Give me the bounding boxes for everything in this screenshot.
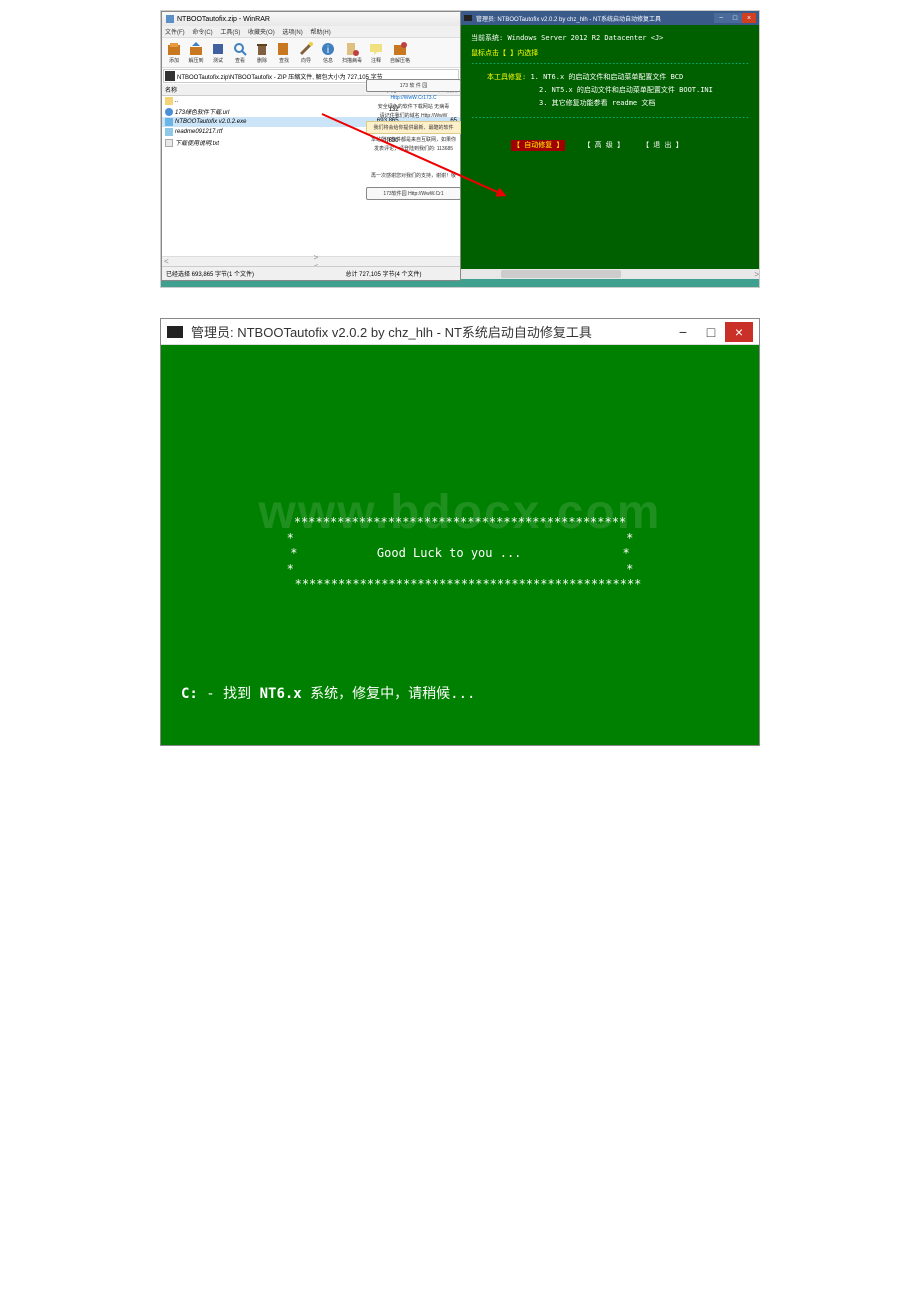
console2-title: 管理员: NTBOOTautofix v2.0.2 by chz_hlh - N… xyxy=(191,322,669,341)
rtf-icon xyxy=(165,128,173,136)
panel-text: 请记住我们的域名 Http://WwW xyxy=(366,112,461,119)
winrar-icon xyxy=(166,15,174,23)
scrollbar[interactable]: > xyxy=(461,269,759,279)
menu-tools[interactable]: 工具(S) xyxy=(220,30,240,36)
extract-button[interactable]: 解压到 xyxy=(186,40,206,65)
cmd-icon xyxy=(464,15,472,21)
close-button[interactable]: × xyxy=(725,322,753,342)
button-row: 【 自动修复 】 【 高 级 】 【 退 出 】 xyxy=(511,140,749,151)
maximize-button[interactable]: □ xyxy=(697,322,725,342)
view-button[interactable]: 查看 xyxy=(230,40,250,65)
winrar-menubar[interactable]: 文件(F) 命令(C) 工具(S) 收藏夹(O) 选项(N) 帮助(H) xyxy=(162,26,460,38)
screenshot-1: NTBOOTautofix.zip - WinRAR 文件(F) 命令(C) 工… xyxy=(160,10,760,288)
col-name[interactable]: 名称 xyxy=(165,85,340,94)
folder-icon xyxy=(165,97,173,105)
divider: ----------------------------------------… xyxy=(471,113,749,123)
prompt-text: 鼠标点击【 】内选择 xyxy=(471,48,749,59)
minimize-button[interactable]: − xyxy=(714,13,728,23)
divider: ----------------------------------------… xyxy=(471,59,749,69)
panel-text: 安全绿色的软件下载网站 无病毒 xyxy=(366,103,461,110)
scan-button[interactable]: 扫描病毒 xyxy=(340,40,364,65)
console1-titlebar: 管理员: NTBOOTautofix v2.0.2 by chz_hlh - N… xyxy=(461,11,759,25)
panel-footer: 173软件园 Http://WwW.Cr1 xyxy=(366,187,461,200)
test-button[interactable]: 测试 xyxy=(208,40,228,65)
repair-section: 本工具修复: 1. NT6.x 的启动文件和启动菜单配置文件 BCD 2. NT… xyxy=(487,72,749,110)
console-window-2: 管理员: NTBOOTautofix v2.0.2 by chz_hlh - N… xyxy=(160,318,760,746)
svg-text:i: i xyxy=(327,45,329,56)
minimize-button[interactable]: − xyxy=(669,322,697,342)
delete-button[interactable]: 删除 xyxy=(252,40,272,65)
advanced-button[interactable]: 【 高 级 】 xyxy=(583,140,624,151)
winrar-toolbar: 添加 解压到 测试 查看 删除 查找 向导 i信息 扫描病毒 注释 自解压格 xyxy=(162,38,460,68)
panel-thanks: 再一次感谢您对我们的支持，谢谢！敬 xyxy=(366,172,461,179)
status-right: 总计 727,105 字节(4 个文件) xyxy=(311,269,456,278)
watermark: www.bdocx.com xyxy=(259,485,662,540)
winrar-titlebar: NTBOOTautofix.zip - WinRAR xyxy=(162,12,460,26)
winrar-title-text: NTBOOTautofix.zip - WinRAR xyxy=(177,16,270,23)
maximize-button[interactable]: □ xyxy=(728,13,742,23)
auto-repair-button[interactable]: 【 自动修复 】 xyxy=(511,140,565,151)
panel-header: 173 软 件 园 xyxy=(366,79,461,92)
menu-fav[interactable]: 收藏夹(O) xyxy=(248,30,275,36)
panel-text: 发表评论，请登陆到我们的: 113685 xyxy=(366,145,461,152)
address-text: NTBOOTautofix.zip\NTBOOTautofix - ZIP 压缩… xyxy=(177,72,383,81)
screenshot-2: 管理员: NTBOOTautofix v2.0.2 by chz_hlh - N… xyxy=(160,318,760,746)
exe-icon xyxy=(165,118,173,126)
scrollbar[interactable]: > < xyxy=(162,256,460,266)
console2-body: www.bdocx.com **************************… xyxy=(161,345,759,745)
sfx-button[interactable]: 自解压格 xyxy=(388,40,412,65)
status-left: 已经选择 693,865 字节(1 个文件) xyxy=(166,269,311,278)
up-icon[interactable] xyxy=(165,71,175,81)
find-button[interactable]: 查找 xyxy=(274,40,294,65)
txt-icon xyxy=(165,139,173,147)
statusbar: 已经选择 693,865 字节(1 个文件) 总计 727,105 字节(4 个… xyxy=(162,266,460,280)
system-info: 当前系统: Windows Server 2012 R2 Datacenter … xyxy=(471,33,749,44)
wizard-button[interactable]: 向导 xyxy=(296,40,316,65)
console1-body: 当前系统: Windows Server 2012 R2 Datacenter … xyxy=(461,25,759,159)
exit-button[interactable]: 【 退 出 】 xyxy=(642,140,683,151)
menu-command[interactable]: 命令(C) xyxy=(192,30,212,36)
menu-file[interactable]: 文件(F) xyxy=(165,30,185,36)
url-icon xyxy=(165,108,173,116)
cmd-icon xyxy=(167,326,183,338)
menu-help[interactable]: 帮助(H) xyxy=(310,30,330,36)
comment-button[interactable]: 注释 xyxy=(366,40,386,65)
console1-title: 管理员: NTBOOTautofix v2.0.2 by chz_hlh - N… xyxy=(476,14,714,23)
console-window-1: 管理员: NTBOOTautofix v2.0.2 by chz_hlh - N… xyxy=(461,11,759,279)
add-button[interactable]: 添加 xyxy=(164,40,184,65)
close-button[interactable]: × xyxy=(742,13,756,23)
panel-highlight: 我们将会给你提供最新、最酷的软件 xyxy=(366,121,461,134)
menu-options[interactable]: 选项(N) xyxy=(282,30,302,36)
panel-url[interactable]: Http://WwW.Cr173.C xyxy=(366,95,461,101)
console2-titlebar: 管理员: NTBOOTautofix v2.0.2 by chz_hlh - N… xyxy=(161,319,759,345)
info-button[interactable]: i信息 xyxy=(318,40,338,65)
status-line: C: - 找到 NT6.x 系统，修复中，请稍候... xyxy=(181,683,739,703)
